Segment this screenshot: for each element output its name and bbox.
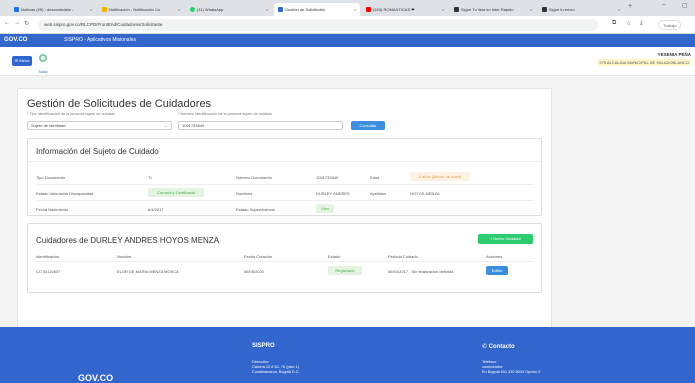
field-value: 6/4/2017 (148, 207, 164, 212)
forward-icon[interactable]: → (14, 20, 20, 26)
new-caregiver-button[interactable]: + Nuevo Cuidador (478, 234, 533, 244)
browser-tab[interactable]: Sigue Tu lista en Inter Rapido × (450, 3, 536, 16)
status-badge: Registrado (328, 266, 362, 275)
close-tab-icon[interactable]: × (439, 3, 444, 16)
table-header: Fecha Creación (244, 254, 273, 259)
user-info: YESENIA PEÑA 275 ALCALDIA MUNICIPAL DE S… (597, 52, 691, 66)
browser-tab[interactable]: Notificación - Notificación Co × (98, 3, 184, 16)
browser-tab[interactable]: (153) ROMANTICAS ❤ × (362, 3, 448, 16)
caregiver-id: CC 34110607 (36, 269, 61, 274)
field-value: 1091733940 (316, 175, 339, 180)
close-tab-icon[interactable]: × (87, 3, 92, 16)
edit-button[interactable]: Editar (486, 266, 508, 275)
field-label: Tipo Documento (36, 175, 66, 180)
tab-favicon-icon (102, 7, 107, 12)
field-label: Apellidos (370, 191, 387, 196)
tipo-id-label: * Tipo Identificación de la persona suje… (27, 112, 115, 116)
minimize-icon[interactable]: – (662, 2, 665, 8)
survival-status-badge: Vivo (316, 204, 334, 213)
close-tab-icon[interactable]: × (351, 3, 356, 16)
field-label: Número Documento (236, 175, 272, 180)
subject-info-section: Información del Sujeto de Cuidado Tipo D… (27, 138, 543, 216)
tab-favicon-icon (454, 7, 459, 12)
tab-favicon-icon (190, 7, 195, 12)
user-entity: 275 ALCALDIA MUNICIPAL DE SALADOBLANCO (597, 59, 691, 66)
translate-icon[interactable]: ⧉ (612, 20, 616, 27)
phone-icon: ✆ (482, 344, 489, 350)
age-badge: 6 años (Menor de edad) (410, 172, 470, 181)
close-tab-icon[interactable]: × (175, 3, 180, 16)
caregiver-period: 06/04/2017 - Sin finalización definida (388, 269, 454, 274)
field-label: Estado Valoración Discapacidad (36, 191, 94, 196)
field-value: DURLEY ANDRES (316, 191, 350, 196)
salud-logo: Salud (36, 53, 50, 74)
browser-tab-bar: Noticias (25) - desconéctate - × Notifica… (0, 0, 695, 16)
field-label: Fecha Nacimiento (36, 207, 69, 212)
browser-tab[interactable]: (11) WhatsApp × (186, 3, 272, 16)
tipo-id-select[interactable]: Sujeto de Identidad ⌄ (27, 121, 172, 130)
divider (36, 261, 534, 262)
new-tab-icon[interactable]: + (628, 3, 632, 10)
table-header: Estado (328, 254, 341, 259)
restore-icon[interactable]: ▢ (682, 2, 688, 9)
close-tab-icon[interactable]: × (527, 3, 532, 16)
footer-address: Dirección: Carrera 13 # 32- 76 (piso 1) … (252, 360, 300, 374)
chevron-down-icon: ⌄ (164, 123, 168, 128)
reload-icon[interactable]: ↻ (24, 20, 29, 27)
back-icon[interactable]: ← (4, 20, 10, 26)
divider (36, 184, 534, 185)
footer-contact-title: ✆ Contacto (482, 344, 515, 350)
table-header: Acciones (486, 254, 503, 259)
govco-logo[interactable]: GOV.CO (4, 34, 27, 47)
footer-contact: Teléfono conmutador: En Bogotá 601 330 5… (482, 360, 541, 374)
tab-favicon-icon (366, 7, 371, 12)
footer: GOV.CO SISPRO Dirección: Carrera 13 # 32… (0, 327, 695, 383)
browser-tab[interactable]: Noticias (25) - desconéctate - × (10, 3, 96, 16)
field-label: Edad (370, 175, 380, 180)
table-header: Periodo Cuidado (388, 254, 418, 259)
close-tab-icon[interactable]: × (615, 3, 620, 16)
address-bar: ← → ↻ web.sispro.gov.co/RLCPD/FrontEnd/C… (0, 16, 695, 34)
download-icon[interactable]: ⤓ (640, 20, 643, 27)
num-id-input[interactable]: 1091733940 (178, 121, 343, 130)
browser-tab[interactable]: Sigue tu envío × (538, 3, 624, 16)
tab-favicon-icon (542, 7, 547, 12)
caregiver-name: ELOR DE MARIA MENZA MOSCA (117, 269, 179, 274)
gov-bar: GOV.CO SISPRO - Aplicativos Misionales (0, 34, 695, 47)
field-label: Estado Supervivencia (236, 207, 275, 212)
caregivers-title: Cuidadores de DURLEY ANDRES HOYOS MENZA (36, 236, 220, 245)
disability-status-badge: Cerrada y Certificada (148, 188, 204, 197)
menu-button[interactable]: ☰ Menú (12, 56, 32, 66)
divider (28, 161, 543, 162)
app-title: SISPRO - Aplicativos Misionales (64, 37, 136, 43)
field-label: Nombres (236, 191, 253, 196)
table-header: Nombre (117, 254, 132, 259)
main-card: Gestión de Solicitudes de Cuidadores * T… (17, 88, 552, 354)
divider (36, 200, 534, 201)
page-title: Gestión de Solicitudes de Cuidadores (27, 98, 212, 110)
num-id-label: * Número Identificación de la persona su… (178, 112, 273, 116)
close-tab-icon[interactable]: × (263, 3, 268, 16)
profile-button[interactable]: Trabajo (658, 20, 682, 30)
table-header: Identificación (36, 254, 60, 259)
url-field[interactable]: web.sispro.gov.co/RLCPD/FrontEnd/Cuidado… (38, 19, 598, 31)
footer-sispro-title: SISPRO (252, 343, 275, 349)
consultar-button[interactable]: Consultar (351, 121, 385, 130)
tab-favicon-icon (278, 7, 283, 12)
field-value: TI (148, 175, 152, 180)
caregivers-section: Cuidadores de DURLEY ANDRES HOYOS MENZA … (27, 223, 542, 293)
subject-section-title: Información del Sujeto de Cuidado (36, 147, 159, 156)
bookmark-star-icon[interactable]: ☆ (626, 20, 631, 27)
field-value: HOYOS MENZA (410, 191, 440, 196)
user-name: YESENIA PEÑA (657, 52, 691, 57)
footer-govco-logo[interactable]: GOV.CO (78, 373, 113, 383)
app-header: ☰ Menú Salud YESENIA PEÑA 275 ALCALDIA M… (0, 47, 695, 76)
tab-favicon-icon (14, 7, 19, 12)
caregiver-date: 06/05/2020 (244, 269, 265, 274)
browser-tab-active[interactable]: Gestión de Solicitudes × (274, 3, 360, 16)
